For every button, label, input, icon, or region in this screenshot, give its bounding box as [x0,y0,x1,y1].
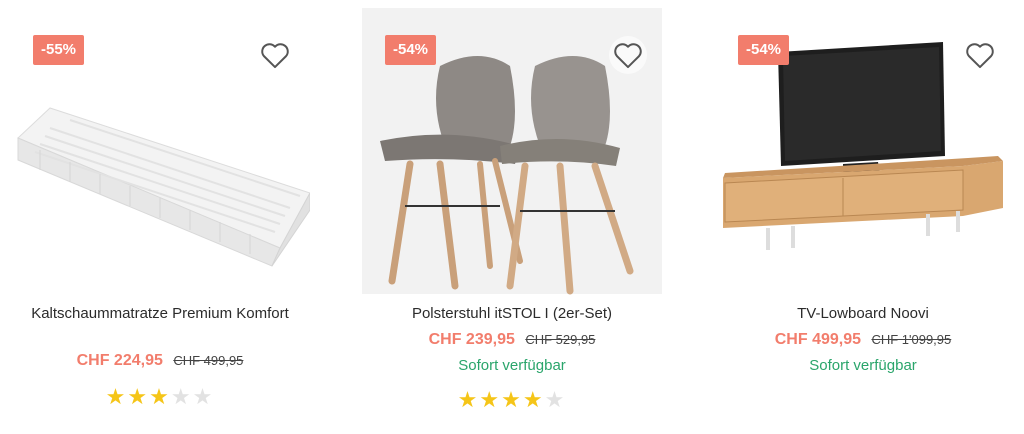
product-name[interactable]: Polsterstuhl itSTOL I (2er-Set) [362,303,662,325]
availability-status: Sofort verfügbar [458,357,566,374]
current-price: CHF 239,95 [428,331,515,348]
discount-badge: -54% [738,35,790,65]
star-filled-icon: ★ [149,384,171,409]
current-price: CHF 499,95 [774,331,861,348]
old-price: CHF 499,95 [173,353,244,368]
chairs-image[interactable] [370,46,655,296]
discount-badge: -54% [385,35,437,65]
product-image-area[interactable]: -54% [362,8,662,296]
price-row: CHF 499,95 CHF 1'099,95 [713,331,1013,349]
product-card-mattress[interactable]: -55% Kaltschaummatratze Premium Komfort … [10,0,311,434]
star-filled-icon: ★ [105,384,128,409]
star-empty-icon: ★ [170,384,193,409]
product-name[interactable]: Kaltschaummatratze Premium Komfort [10,303,310,325]
star-filled-icon: ★ [522,387,545,412]
price-row: CHF 239,95 CHF 529,95 [362,331,662,349]
product-card-tv-lowboard[interactable]: -54% TV-Lowboard Noovi CHF 499,95 CHF 1'… [713,0,1013,434]
mattress-image[interactable] [10,98,311,268]
product-card-chairs[interactable]: -54% Polsterstuhl itSTOL I (2er-Set) CHF… [362,0,662,434]
product-name[interactable]: TV-Lowboard Noovi [713,303,1013,325]
star-filled-icon: ★ [457,387,480,412]
rating-stars: ★★★★★ [362,387,662,413]
discount-badge: -55% [33,35,85,65]
star-empty-icon: ★ [192,384,215,409]
star-filled-icon: ★ [501,387,523,412]
heart-outline-icon[interactable] [963,38,997,72]
star-filled-icon: ★ [479,387,502,412]
star-filled-icon: ★ [127,384,150,409]
product-image-area[interactable]: -55% [10,8,311,294]
availability-status: Sofort verfügbar [809,357,917,374]
current-price: CHF 224,95 [76,352,163,369]
heart-outline-icon[interactable] [258,38,292,72]
rating-stars: ★★★★★ [10,384,310,410]
old-price: CHF 1'099,95 [871,332,952,347]
product-image-area[interactable]: -54% [713,8,1013,294]
star-empty-icon: ★ [544,387,567,412]
heart-outline-icon[interactable] [609,36,647,74]
price-row: CHF 224,95 CHF 499,95 [10,352,310,370]
old-price: CHF 529,95 [525,332,596,347]
